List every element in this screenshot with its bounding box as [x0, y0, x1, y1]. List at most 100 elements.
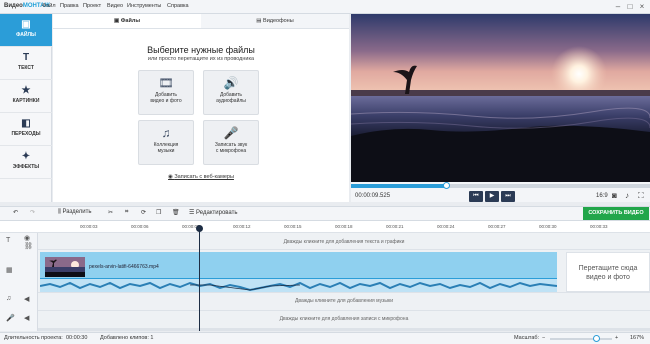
zoom-label: Масштаб:	[514, 335, 540, 341]
text-icon: T	[22, 52, 30, 63]
sidebar-item-transitions[interactable]: ◧ ПЕРЕХОДЫ	[0, 113, 52, 146]
ruler-tick: 00:00:33	[590, 224, 608, 229]
cut-icon[interactable]: ✂	[108, 209, 113, 216]
add-audio-button[interactable]: 🔊 Добавить аудиофайлы	[203, 70, 259, 115]
tab-files[interactable]: ▣ Файлы	[53, 14, 201, 29]
magic-wand-icon: ✦	[21, 151, 31, 162]
mute-mic-icon[interactable]: ◀	[24, 314, 29, 322]
files-heading: Выберите нужные файлы	[147, 45, 255, 55]
timeline-scrollbar[interactable]	[38, 328, 650, 331]
eye-icon[interactable]: ◉	[24, 234, 30, 242]
menu-video[interactable]: Видео	[107, 3, 123, 9]
sidebar-item-text[interactable]: T ТЕКСТ	[0, 47, 52, 80]
link-icon[interactable]: ⛓	[24, 242, 33, 250]
ruler-tick: 00:00:18	[335, 224, 353, 229]
files-panel: ▣ Файлы ▤ Видеофоны Выберите нужные файл…	[53, 14, 349, 202]
split-button[interactable]: ⫼ Разделить	[58, 209, 92, 216]
ruler-tick: 00:00:03	[80, 224, 98, 229]
sidebar-item-effects[interactable]: ✦ ЭФФЕКТЫ	[0, 146, 52, 179]
video-track-icon: ▦	[6, 267, 13, 274]
menu-edit[interactable]: Правка	[60, 3, 79, 9]
clip-filename: pexels-arvin-latifi-6466763.mp4	[89, 264, 159, 270]
playhead-handle[interactable]	[196, 225, 203, 232]
close-icon[interactable]: ×	[636, 1, 648, 13]
add-video-photo-button[interactable]: 🎞 Добавить видео и фото	[138, 70, 194, 115]
play-button[interactable]: ▶	[485, 191, 499, 202]
video-frame-image	[351, 14, 650, 182]
seek-bar-progress	[351, 184, 446, 188]
clip-thumbnail	[45, 257, 85, 277]
menu-project[interactable]: Проект	[83, 3, 101, 9]
microphone-icon: 🎤	[223, 126, 239, 140]
sidebar-item-files[interactable]: ▣ ФАЙЛЫ	[0, 14, 52, 47]
music-collection-button[interactable]: ♫ Коллекция музыки	[138, 120, 194, 165]
ruler-tick: 00:00:24	[437, 224, 455, 229]
text-track-icon: T	[6, 237, 11, 244]
mute-music-icon[interactable]: ◀	[24, 295, 29, 303]
save-video-button[interactable]: СОХРАНИТЬ ВИДЕО	[583, 207, 649, 220]
edit-toolbar: ↶ ↷ ⫼ Разделить ✂ ⌗ ⟳ ❐ 🗑 ☰ Редактироват…	[0, 206, 650, 221]
menu-help[interactable]: Справка	[167, 3, 189, 9]
sidebar: ▣ ФАЙЛЫ T ТЕКСТ ★ КАРТИНКИ ◧ ПЕРЕХОДЫ ✦ ЭФФЕК…	[0, 14, 52, 202]
mic-track[interactable]: Дважды кликните для добавления записи с …	[38, 310, 650, 328]
ruler-tick: 00:00:27	[488, 224, 506, 229]
text-track[interactable]: Дважды кликните для добавления текста и …	[38, 233, 650, 250]
title-bar: ВидеоМОНТАЖ Файл Правка Проект Видео Инс…	[0, 0, 650, 14]
status-bar: Длительность проекта: 00:00:30 Добавлено…	[0, 332, 650, 344]
record-webcam-link[interactable]: ◉ Записать с веб-камеры	[53, 174, 349, 180]
copy-icon[interactable]: ❐	[156, 209, 161, 216]
clip-thumbnail-image	[45, 257, 85, 277]
undo-icon[interactable]: ↶	[13, 209, 18, 216]
ruler-tick: 00:00:06	[131, 224, 149, 229]
menu-tools[interactable]: Инструменты	[127, 3, 161, 9]
sidebar-item-pictures[interactable]: ★ КАРТИНКИ	[0, 80, 52, 113]
record-mic-button[interactable]: 🎤 Записать звук с микрофона	[203, 120, 259, 165]
music-track-hint: Дважды кликните для добавления музыки	[294, 298, 394, 304]
music-track-icon: ♫	[6, 295, 12, 302]
track-headers: T ◉ ⛓ ▦ ♫ ◀ 🎤 ◀	[0, 233, 38, 331]
volume-icon[interactable]: ♪	[625, 191, 629, 200]
tab-video-backgrounds[interactable]: ▤ Видеофоны	[201, 14, 349, 29]
music-icon: ♫	[161, 126, 171, 140]
menu-file[interactable]: Файл	[42, 3, 56, 9]
mic-track-hint: Дважды кликните для добавления записи с …	[279, 316, 409, 322]
duration-value: 00:00:30	[66, 335, 88, 341]
film-icon: 🎞	[158, 76, 174, 90]
rotate-icon[interactable]: ⟳	[141, 209, 146, 216]
delete-icon[interactable]: 🗑	[172, 209, 180, 216]
minimize-icon[interactable]: –	[612, 1, 624, 13]
star-icon: ★	[21, 85, 31, 96]
seek-handle[interactable]	[443, 182, 450, 189]
ruler-tick: 00:00:12	[233, 224, 251, 229]
zoom-out-icon[interactable]: −	[542, 335, 545, 341]
crop-icon[interactable]: ⌗	[125, 209, 128, 216]
audio-file-icon: 🔊	[223, 76, 239, 90]
aspect-ratio[interactable]: 16:9	[596, 193, 608, 199]
timeline-ruler[interactable]: 00:00:03 00:00:06 00:00:09 00:00:12 00:0…	[0, 221, 650, 233]
video-preview[interactable]	[351, 14, 650, 182]
playhead[interactable]	[199, 227, 200, 331]
skip-forward-icon: ⏭	[505, 193, 511, 199]
text-track-hint: Дважды кликните для добавления текста и …	[283, 239, 405, 245]
edit-icon: ☰	[189, 210, 197, 216]
image-icon: ▣	[113, 18, 121, 24]
mic-track-icon: 🎤	[6, 315, 15, 322]
previous-frame-button[interactable]: ⏮	[469, 191, 483, 202]
music-track[interactable]: Дважды кликните для добавления музыки	[38, 292, 650, 310]
skip-back-icon: ⏮	[473, 193, 479, 199]
snapshot-icon[interactable]: ◙	[612, 191, 617, 200]
drop-zone[interactable]: Перетащите сюда видео и фото	[566, 252, 650, 292]
redo-icon[interactable]: ↷	[30, 209, 35, 216]
zoom-slider-handle[interactable]	[593, 335, 600, 342]
zoom-in-icon[interactable]: +	[615, 335, 618, 341]
ruler-tick: 00:00:15	[284, 224, 302, 229]
next-frame-button[interactable]: ⏭	[501, 191, 515, 202]
zoom-value: 167%	[630, 335, 645, 341]
zoom-slider[interactable]	[550, 338, 612, 340]
maximize-icon[interactable]: □	[624, 1, 636, 13]
edit-button[interactable]: ☰ Редактировать	[189, 209, 238, 216]
clips-count: Добавлено клипов: 1	[100, 335, 154, 341]
folder-icon: ▣	[21, 19, 31, 30]
duration-label: Длительность проекта:	[4, 335, 63, 341]
fullscreen-icon[interactable]: ⛶	[638, 191, 644, 201]
